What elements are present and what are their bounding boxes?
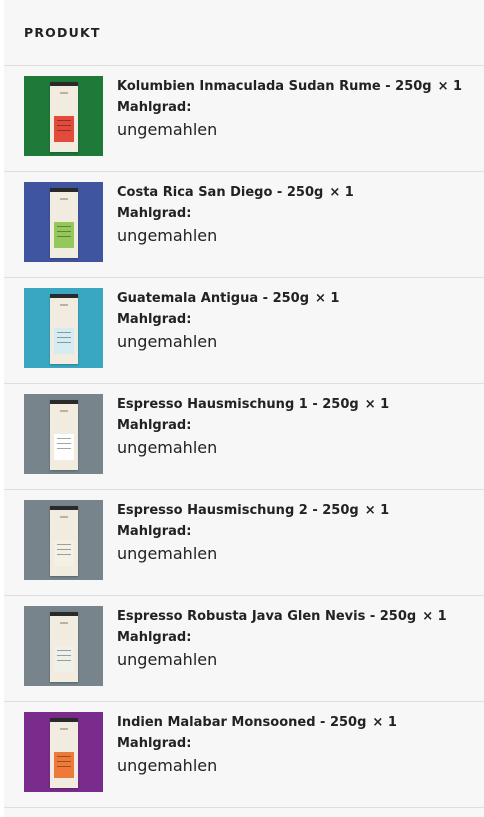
product-name[interactable]: Espresso Hausmischung 1 - 250g — [117, 397, 359, 412]
bag-logo — [60, 198, 68, 200]
product-image[interactable] — [24, 500, 103, 580]
grind-label: Mahlgrad: — [117, 312, 192, 327]
grind-label: Mahlgrad: — [117, 524, 192, 539]
product-quantity: × 1 — [372, 715, 397, 730]
coffee-bag-icon — [50, 718, 78, 788]
coffee-bag-icon — [50, 612, 78, 682]
product-title-line: Espresso Robusta Java Glen Nevis - 250g ×… — [117, 608, 476, 626]
coffee-bag-icon — [50, 82, 78, 152]
product-title-line: Kolumbien Inmaculada Sudan Rume - 250g × … — [117, 78, 476, 96]
bag-label — [54, 328, 74, 354]
grind-value: ungemahlen — [117, 756, 218, 775]
grind-label: Mahlgrad: — [117, 100, 192, 115]
bag-label — [54, 646, 74, 672]
bag-logo — [60, 304, 68, 306]
bag-fold — [50, 506, 78, 510]
bag-fold — [50, 294, 78, 298]
product-title-line: Espresso Hausmischung 1 - 250g × 1 — [117, 396, 476, 414]
list-item: Espresso Robusta Java Glen Nevis - 250g ×… — [4, 596, 484, 702]
product-title-line: Costa Rica San Diego - 250g × 1 — [117, 184, 476, 202]
product-image[interactable] — [24, 712, 103, 792]
product-name[interactable]: Guatemala Antigua - 250g — [117, 291, 309, 306]
grind-label: Mahlgrad: — [117, 418, 192, 433]
grind-value: ungemahlen — [117, 226, 218, 245]
product-title-line: Espresso Hausmischung 2 - 250g × 1 — [117, 502, 476, 520]
list-item: Costa Rica San Diego - 250g × 1 Mahlgrad:… — [4, 172, 484, 278]
grind-value: ungemahlen — [117, 544, 218, 563]
list-item: Espresso Hausmischung 2 - 250g × 1 Mahlgr… — [4, 490, 484, 596]
bag-fold — [50, 82, 78, 86]
coffee-bag-icon — [50, 400, 78, 470]
bag-logo — [60, 92, 68, 94]
bag-fold — [50, 718, 78, 722]
bag-label — [54, 434, 74, 460]
product-image[interactable] — [24, 76, 103, 156]
list-item: Guatemala Antigua - 250g × 1 Mahlgrad: un… — [4, 278, 484, 384]
product-name[interactable]: Kolumbien Inmaculada Sudan Rume - 250g — [117, 79, 432, 94]
bag-label — [54, 752, 74, 778]
product-name[interactable]: Espresso Robusta Java Glen Nevis - 250g — [117, 609, 416, 624]
grind-value: ungemahlen — [117, 438, 218, 457]
product-quantity: × 1 — [422, 609, 447, 624]
product-info: Guatemala Antigua - 250g × 1 Mahlgrad: un… — [117, 290, 476, 353]
coffee-bag-icon — [50, 294, 78, 364]
product-title-line: Indien Malabar Monsooned - 250g × 1 — [117, 714, 476, 732]
product-name[interactable]: Espresso Hausmischung 2 - 250g — [117, 503, 359, 518]
grind-label: Mahlgrad: — [117, 206, 192, 221]
grind-value: ungemahlen — [117, 332, 218, 351]
product-info: Espresso Robusta Java Glen Nevis - 250g ×… — [117, 608, 476, 671]
product-title-line: Guatemala Antigua - 250g × 1 — [117, 290, 476, 308]
list-item: Kolumbien Inmaculada Sudan Rume - 250g × … — [4, 66, 484, 172]
product-quantity: × 1 — [364, 397, 390, 412]
product-name[interactable]: Indien Malabar Monsooned - 250g — [117, 715, 366, 730]
bag-fold — [50, 188, 78, 192]
grind-label: Mahlgrad: — [117, 630, 192, 645]
product-info: Espresso Hausmischung 1 - 250g × 1 Mahlgr… — [117, 396, 476, 459]
bag-label — [54, 222, 74, 248]
product-image[interactable] — [24, 288, 103, 368]
bag-label — [54, 540, 74, 566]
product-image[interactable] — [24, 606, 103, 686]
bag-label — [54, 116, 74, 142]
coffee-bag-icon — [50, 506, 78, 576]
product-info: Indien Malabar Monsooned - 250g × 1 Mahlg… — [117, 714, 476, 777]
bag-logo — [60, 728, 68, 730]
bag-fold — [50, 400, 78, 404]
product-quantity: × 1 — [364, 503, 390, 518]
product-info: Kolumbien Inmaculada Sudan Rume - 250g × … — [117, 78, 476, 141]
bag-fold — [50, 612, 78, 616]
product-info: Espresso Hausmischung 2 - 250g × 1 Mahlgr… — [117, 502, 476, 565]
product-name[interactable]: Costa Rica San Diego - 250g — [117, 185, 323, 200]
grind-label: Mahlgrad: — [117, 736, 192, 751]
bag-logo — [60, 622, 68, 624]
product-info: Costa Rica San Diego - 250g × 1 Mahlgrad:… — [117, 184, 476, 247]
order-summary-panel: PRODUKT Kolumbien Inmaculada Sudan Rume … — [4, 0, 484, 817]
grind-value: ungemahlen — [117, 120, 218, 139]
product-list: Kolumbien Inmaculada Sudan Rume - 250g × … — [4, 66, 484, 808]
list-item: Espresso Hausmischung 1 - 250g × 1 Mahlgr… — [4, 384, 484, 490]
product-quantity: × 1 — [329, 185, 354, 200]
list-item: Indien Malabar Monsooned - 250g × 1 Mahlg… — [4, 702, 484, 808]
product-quantity: × 1 — [315, 291, 340, 306]
product-image[interactable] — [24, 182, 103, 262]
product-image[interactable] — [24, 394, 103, 474]
bag-logo — [60, 516, 68, 518]
bag-logo — [60, 410, 68, 412]
coffee-bag-icon — [50, 188, 78, 258]
table-header: PRODUKT — [4, 0, 484, 66]
column-title-product: PRODUKT — [24, 25, 101, 40]
product-quantity: × 1 — [437, 79, 463, 94]
grind-value: ungemahlen — [117, 650, 218, 669]
